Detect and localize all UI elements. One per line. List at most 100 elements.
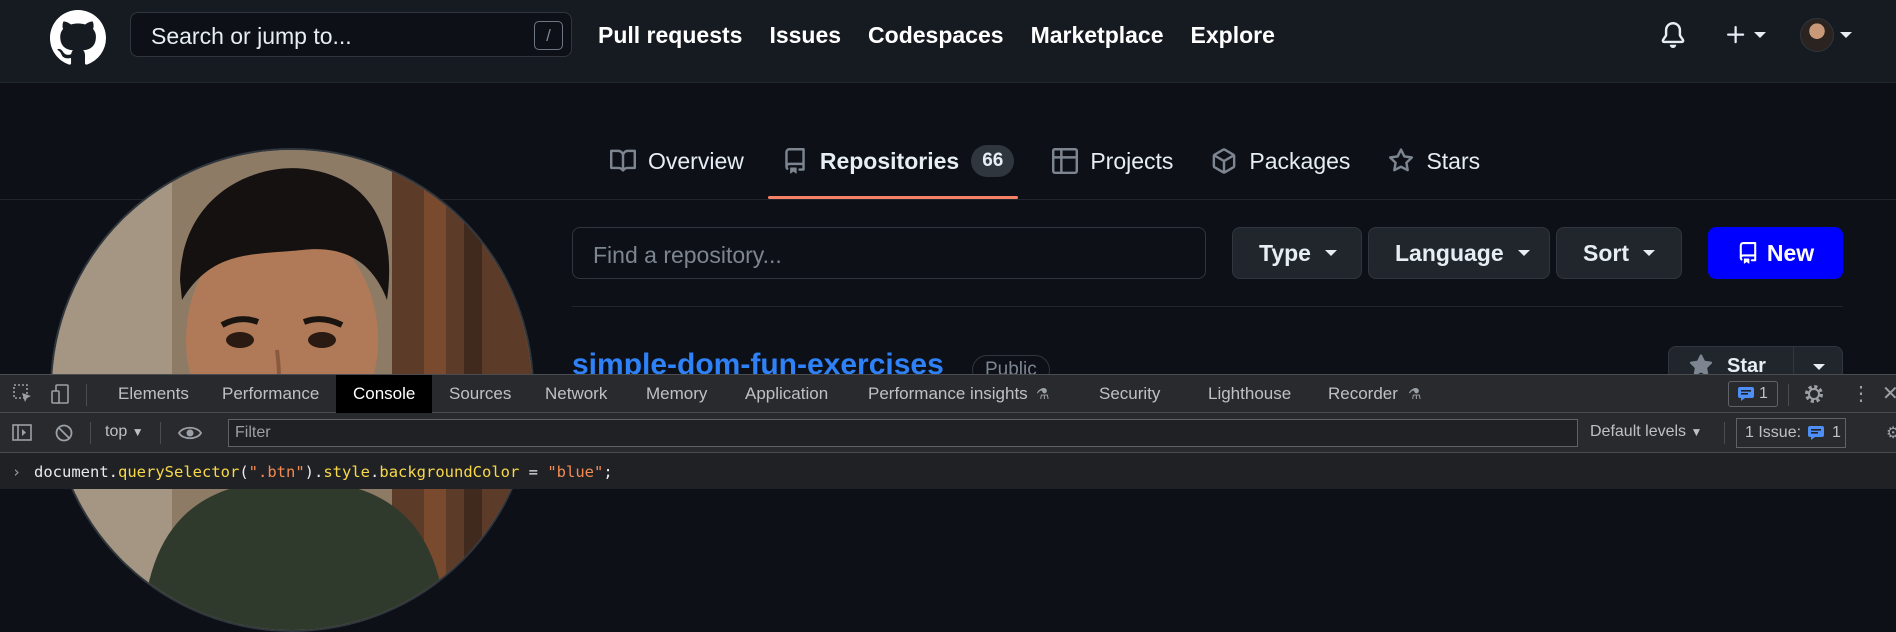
devtools-tab-performance-insights[interactable]: Performance insights (851, 375, 1045, 413)
code-token: document. (34, 463, 118, 481)
repositories-count-badge: 66 (971, 145, 1015, 177)
package-icon (1211, 148, 1249, 174)
bell-icon[interactable] (1660, 21, 1686, 49)
dropdown-arrow-icon: ▼ (1690, 425, 1703, 439)
log-levels-dropdown[interactable]: Default levels ▼ (1590, 423, 1702, 441)
new-repository-button[interactable]: New (1708, 227, 1843, 279)
devtools-tabbar: Elements Performance Console Sources Net… (0, 374, 1896, 413)
code-token: querySelector (118, 463, 240, 481)
button-label: Type (1259, 239, 1311, 266)
console-input-line[interactable]: › document.querySelector(".btn").style.b… (0, 453, 1896, 489)
code-token: ".btn" (248, 463, 305, 481)
console-toolbar: top ▼ Filter Default levels ▼ 1 Issue: 1… (0, 413, 1896, 453)
devtools-tab-performance[interactable]: Performance (205, 375, 336, 413)
sidebar-icon[interactable] (12, 423, 32, 443)
dropdown-arrow-icon: ▼ (131, 425, 144, 439)
code-token: "blue" (547, 463, 604, 481)
divider (90, 422, 91, 444)
type-filter-button[interactable]: Type (1232, 227, 1362, 279)
code-token: backgroundColor (379, 463, 520, 481)
divider (86, 384, 87, 406)
devtools-tab-console[interactable]: Console (336, 375, 433, 413)
nav-pull-requests[interactable]: Pull requests (598, 22, 742, 49)
inspect-icon[interactable] (12, 383, 34, 405)
github-logo-icon[interactable] (50, 10, 106, 66)
profile-tabs: Overview Repositories 66 Projects Packag… (610, 140, 1518, 198)
github-header: Search or jump to... / Pull requests Iss… (0, 0, 1896, 83)
issues-count: 1 (1831, 424, 1841, 441)
repo-icon (782, 148, 820, 174)
tab-overview[interactable]: Overview (610, 140, 744, 182)
book-icon (610, 148, 648, 174)
devtools-tab-memory[interactable]: Memory (629, 375, 724, 413)
nav-issues[interactable]: Issues (769, 22, 841, 49)
prompt-chevron-icon: › (12, 463, 22, 481)
chevron-down-icon (1324, 250, 1337, 256)
issues-label: 1 Issue: (1745, 424, 1802, 441)
nav-marketplace[interactable]: Marketplace (1031, 22, 1164, 49)
code-token: ( (239, 463, 249, 481)
gear-icon[interactable]: ⚙ (1886, 423, 1896, 443)
devtools-tab-elements[interactable]: Elements (101, 375, 206, 413)
tab-repositories[interactable]: Repositories 66 (782, 140, 1015, 182)
tab-stars[interactable]: Stars (1388, 140, 1480, 182)
devtools-tab-lighthouse[interactable]: Lighthouse (1191, 375, 1308, 413)
nav-codespaces[interactable]: Codespaces (868, 22, 1004, 49)
experiment-flask-icon: ⚗ (1036, 386, 1050, 403)
devtools-tab-security[interactable]: Security (1082, 375, 1177, 413)
plus-icon[interactable] (1724, 23, 1766, 47)
button-label: New (1766, 239, 1815, 266)
levels-label: Default levels (1590, 423, 1687, 440)
experiment-flask-icon: ⚗ (1408, 386, 1422, 403)
messages-counter[interactable]: 1 (1728, 381, 1778, 407)
tab-label: Stars (1426, 147, 1481, 174)
button-label: Language (1395, 239, 1504, 266)
devtools-tab-network[interactable]: Network (528, 375, 624, 413)
filter-placeholder: Filter (235, 424, 271, 441)
eye-icon[interactable] (178, 423, 202, 443)
code-token: = (519, 463, 548, 481)
global-nav: Pull requests Issues Codespaces Marketpl… (598, 0, 1275, 70)
search-placeholder: Search or jump to... (151, 23, 352, 49)
divider (572, 306, 1843, 307)
code-token: ). (304, 463, 324, 481)
device-icon[interactable] (50, 383, 72, 405)
button-label: Sort (1583, 239, 1629, 266)
repo-icon (1737, 242, 1767, 264)
devtools-panel: Elements Performance Console Sources Net… (0, 374, 1896, 489)
clear-icon[interactable] (54, 423, 74, 443)
code-token: ; (603, 463, 613, 481)
tab-label: Repositories (819, 147, 960, 174)
chevron-down-icon (1754, 32, 1766, 38)
chevron-down-icon (1643, 250, 1655, 256)
nav-explore[interactable]: Explore (1191, 22, 1275, 49)
issues-counter[interactable]: 1 Issue: 1 (1736, 418, 1846, 448)
message-icon (1808, 425, 1825, 440)
chevron-down-icon[interactable] (1813, 364, 1825, 370)
gear-icon[interactable] (1803, 383, 1825, 405)
language-filter-button[interactable]: Language (1368, 227, 1550, 279)
user-menu[interactable] (1800, 18, 1852, 52)
console-code: document.querySelector(".btn").style.bac… (34, 463, 613, 481)
message-icon (1738, 387, 1755, 401)
tab-label: Projects (1090, 147, 1174, 174)
console-filter-input[interactable]: Filter (228, 419, 1578, 447)
context-selector[interactable]: top ▼ (105, 423, 144, 441)
devtools-tab-recorder[interactable]: Recorder (1311, 375, 1415, 413)
code-token: . (370, 463, 380, 481)
code-token: style (323, 463, 371, 481)
close-icon[interactable]: ✕ (1882, 381, 1896, 406)
tab-label: Packages (1249, 147, 1351, 174)
global-search-input[interactable]: Search or jump to... / (130, 12, 572, 57)
devtools-tab-sources[interactable]: Sources (432, 375, 528, 413)
search-shortcut-key: / (534, 21, 563, 50)
star-icon (1388, 148, 1426, 174)
avatar (1800, 18, 1834, 52)
messages-count: 1 (1759, 385, 1768, 402)
devtools-tab-application[interactable]: Application (728, 375, 845, 413)
sort-filter-button[interactable]: Sort (1556, 227, 1682, 279)
tab-projects[interactable]: Projects (1052, 140, 1173, 182)
kebab-icon[interactable]: ⋮ (1851, 381, 1871, 406)
find-repository-input[interactable]: Find a repository... (572, 227, 1206, 279)
tab-packages[interactable]: Packages (1211, 140, 1350, 182)
